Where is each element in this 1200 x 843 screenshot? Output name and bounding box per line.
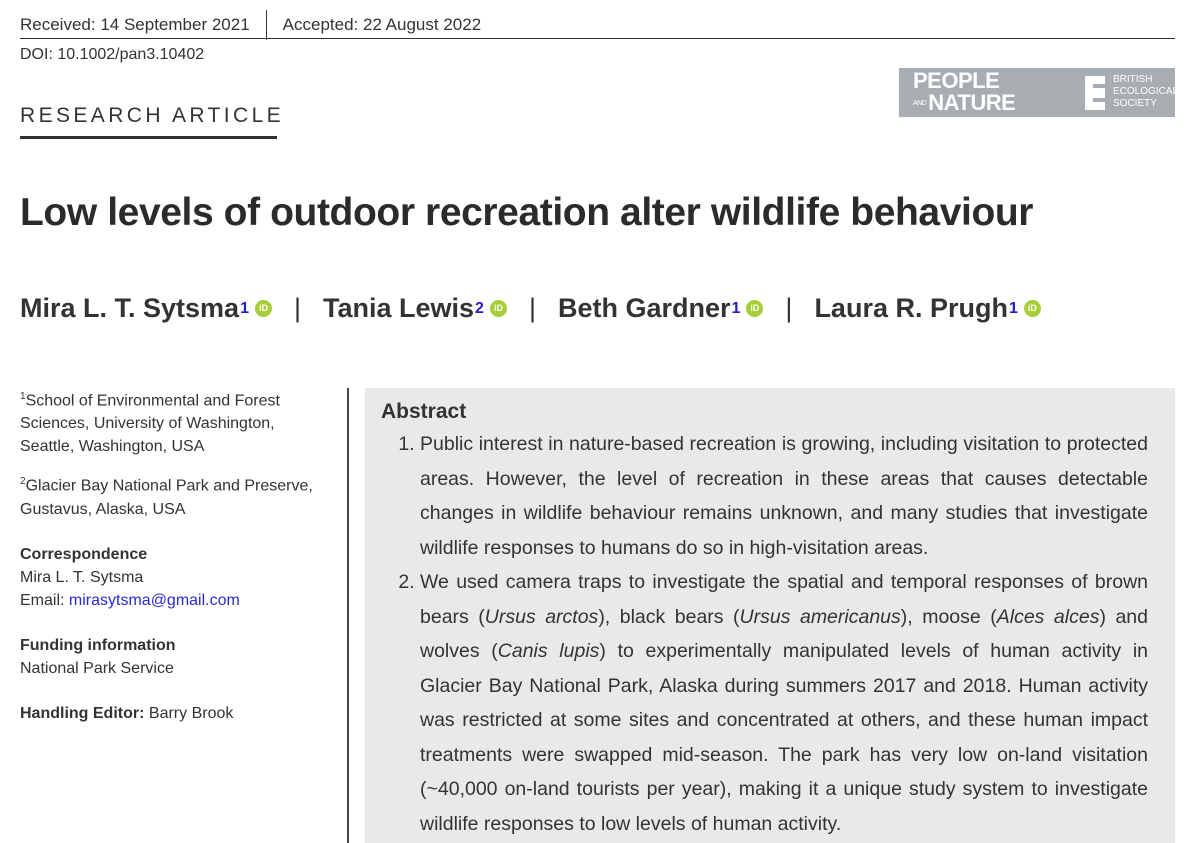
species-name: Canis lupis xyxy=(497,640,600,662)
affiliation-mark: 1 xyxy=(1008,299,1018,317)
abstract-list: Public interest in nature-based recreati… xyxy=(381,427,1148,841)
funding-source: National Park Service xyxy=(20,659,174,677)
abstract-box: Abstract Public interest in nature-based… xyxy=(365,388,1175,843)
orcid-icon[interactable]: iD xyxy=(1023,300,1041,317)
article-type-underline xyxy=(20,136,277,139)
author-separator: | xyxy=(785,293,793,323)
article-sidebar: 1School of Environmental and Forest Scie… xyxy=(20,385,330,725)
author-separator: | xyxy=(293,293,301,323)
abstract-item-1: Public interest in nature-based recreati… xyxy=(420,427,1148,565)
author[interactable]: Mira L. T. Sytsma 1 iD xyxy=(20,293,272,324)
society-line: SOCIETY xyxy=(1113,98,1157,109)
affiliation-mark: 1 xyxy=(731,299,741,317)
author-name[interactable]: Laura R. Prugh xyxy=(814,293,1008,324)
author-name[interactable]: Mira L. T. Sytsma xyxy=(20,293,239,324)
species-name: Ursus americanus xyxy=(739,605,901,628)
species-name: Alces alces xyxy=(996,605,1100,628)
author[interactable]: Beth Gardner 1 iD xyxy=(558,293,764,324)
abstract-heading: Abstract xyxy=(381,400,467,423)
funding-heading: Funding information xyxy=(20,636,176,654)
society-line: ECOLOGICAL xyxy=(1113,86,1179,97)
abstract-item-2: We used camera traps to investigate the … xyxy=(420,565,1148,841)
received-date: Received: 14 September 2021 xyxy=(20,15,250,34)
journal-logo: PEOPLE ANDNATURE BRITISH ECOLOGICAL SOCI… xyxy=(899,68,1178,117)
email-link[interactable]: mirasytsma@gmail.com xyxy=(69,592,240,609)
date-separator xyxy=(265,10,267,40)
orcid-icon[interactable]: iD xyxy=(254,300,272,317)
affiliation-2: 2Glacier Bay National Park and Preserve,… xyxy=(20,476,313,518)
correspondence-name: Mira L. T. Sytsma xyxy=(20,568,144,586)
accepted-date: Accepted: 22 August 2022 xyxy=(282,15,482,34)
correspondence-email: Email: mirasytsma@gmail.com xyxy=(20,591,240,609)
orcid-icon[interactable]: iD xyxy=(746,300,764,317)
logo-people: PEOPLE xyxy=(913,68,1000,93)
people-and-nature-logo: PEOPLE ANDNATURE xyxy=(913,68,1016,115)
affiliation-1: 1School of Environmental and Forest Scie… xyxy=(20,391,280,456)
affiliation-mark: 1 xyxy=(240,299,249,317)
species-name: Ursus arctos xyxy=(484,605,599,628)
logo-nature: NATURE xyxy=(928,90,1016,115)
affiliation-mark: 2 xyxy=(475,299,484,317)
correspondence-heading: Correspondence xyxy=(20,545,148,563)
sidebar-divider xyxy=(347,388,349,843)
header-rule xyxy=(20,38,1175,39)
logo-and: AND xyxy=(913,100,927,108)
author-name[interactable]: Tania Lewis xyxy=(323,293,474,324)
orcid-icon[interactable]: iD xyxy=(489,300,507,317)
author-list: Mira L. T. Sytsma 1 iD | Tania Lewis 2 iD | … xyxy=(20,293,1041,324)
author[interactable]: Tania Lewis 2 iD xyxy=(323,293,507,324)
british-ecological-society-logo: BRITISH ECOLOGICAL SOCIETY xyxy=(1085,74,1178,112)
author-name[interactable]: Beth Gardner xyxy=(558,293,731,324)
bes-e-icon xyxy=(1085,76,1105,110)
article-dates: Received: 14 September 2021 Accepted: 22… xyxy=(20,10,481,40)
article-type: RESEARCH ARTICLE xyxy=(20,104,285,127)
society-line: BRITISH xyxy=(1113,74,1153,85)
author-separator: | xyxy=(528,293,536,323)
doi: DOI: 10.1002/pan3.10402 xyxy=(20,46,205,63)
author[interactable]: Laura R. Prugh 1 iD xyxy=(814,293,1041,324)
article-title: Low levels of outdoor recreation alter w… xyxy=(20,191,1034,234)
handling-editor: Handling Editor: Barry Brook xyxy=(20,704,234,722)
